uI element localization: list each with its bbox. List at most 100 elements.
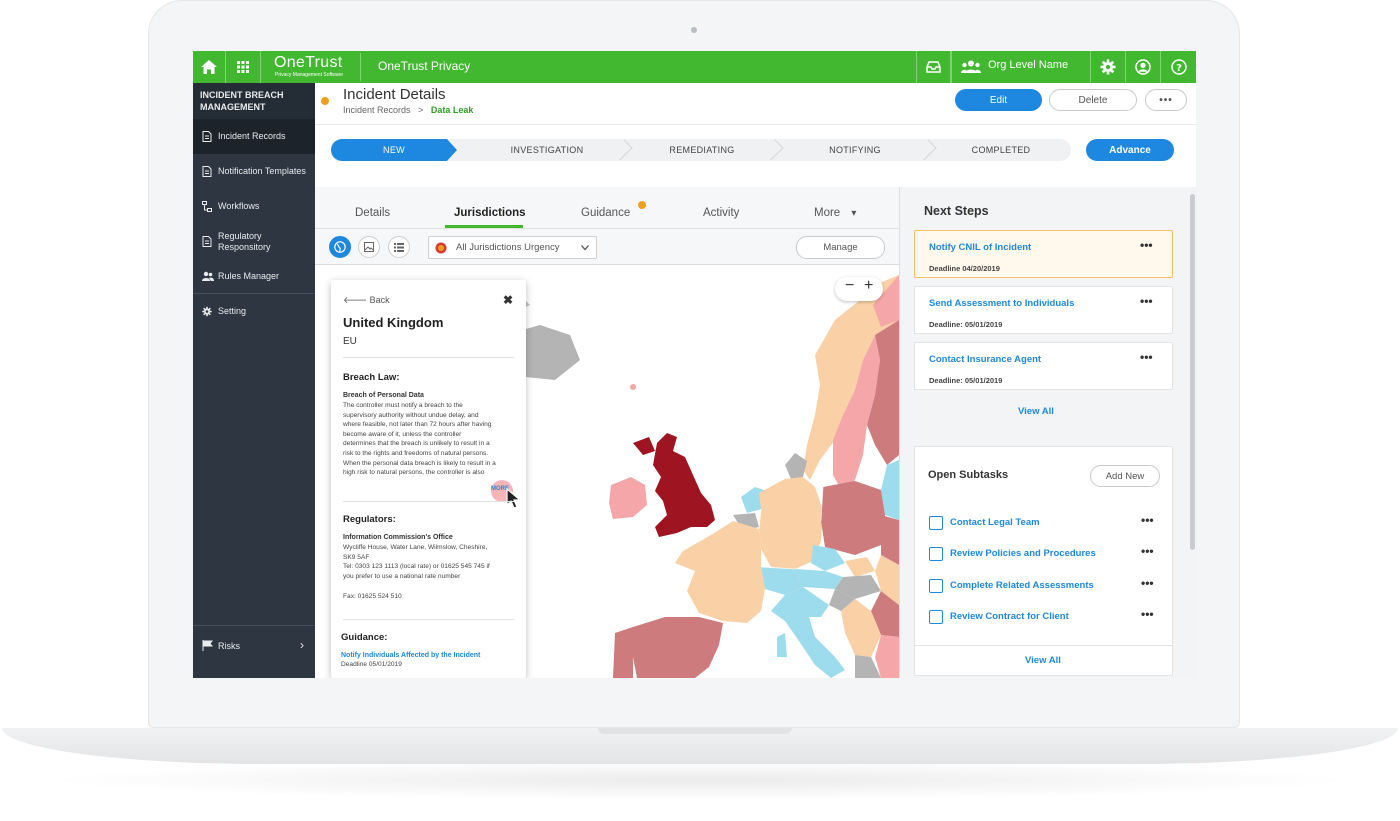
subtask-label[interactable]: Review Contract for Client	[950, 611, 1069, 622]
next-step-deadline: Deadline 04/20/2019	[929, 264, 1000, 273]
sidebar-item-incident-records[interactable]: Incident Records	[193, 119, 315, 154]
sidebar-item-risks[interactable]: Risks ›	[193, 625, 315, 665]
tab-guidance[interactable]: Guidance	[581, 207, 630, 219]
breach-law-line: high risk to natural persons, the contro…	[343, 469, 485, 477]
step-investigation[interactable]: INVESTIGATION	[457, 139, 637, 161]
next-steps-title: Next Steps	[924, 204, 989, 218]
subtask-checkbox[interactable]	[929, 516, 943, 530]
org-selector[interactable]: Org Level Name	[951, 51, 1091, 83]
sidebar-item-regulatory-responsitory[interactable]: Regulatory Responsitory	[193, 224, 315, 260]
next-step-title[interactable]: Send Assessment to Individuals	[929, 298, 1074, 309]
tab-more-label: More	[814, 207, 841, 219]
tab-activity[interactable]: Activity	[703, 207, 739, 219]
active-tab-indicator	[445, 225, 523, 228]
laptop-notch	[598, 728, 792, 734]
sidebar-item-setting[interactable]: Setting	[193, 294, 315, 329]
manage-button[interactable]: Manage	[796, 236, 885, 259]
step-remediating[interactable]: REMEDIATING	[627, 139, 777, 161]
more-options-icon[interactable]: •••	[1140, 350, 1153, 364]
next-step-title[interactable]: Contact Insurance Agent	[929, 354, 1041, 365]
subtask-checkbox[interactable]	[929, 610, 943, 624]
chevron-right-icon: ›	[300, 638, 304, 652]
sidebar-item-label: Incident Records	[218, 131, 286, 141]
step-new[interactable]: NEW	[331, 139, 457, 161]
tab-jurisdictions[interactable]: Jurisdictions	[454, 207, 526, 219]
divider	[343, 501, 514, 502]
breadcrumb-parent[interactable]: Incident Records	[343, 105, 411, 115]
map-zoom-control: − +	[835, 277, 883, 301]
subtask-label[interactable]: Complete Related Assessments	[950, 580, 1094, 591]
inbox-icon	[926, 61, 941, 73]
regulator-fax: Fax: 01625 524 510	[343, 593, 402, 600]
more-options-icon[interactable]: •••	[1140, 238, 1153, 252]
breach-law-line: become aware of it, unless the controlle…	[343, 430, 462, 438]
breach-law-line: The controller must notify a breach to t…	[343, 402, 463, 409]
profile-button[interactable]	[1126, 51, 1161, 83]
more-options-icon[interactable]: •••	[1141, 576, 1154, 590]
back-link[interactable]: 🡐 Back	[343, 295, 390, 306]
globe-view-button[interactable]	[329, 236, 351, 258]
step-notifying[interactable]: NOTIFYING	[777, 139, 933, 161]
country-region: EU	[343, 336, 357, 347]
more-options-icon[interactable]: •••	[1141, 607, 1154, 621]
sidebar-module-title: INCIDENT BREACH MANAGEMENT	[193, 83, 315, 121]
settings-button[interactable]	[1091, 51, 1126, 83]
more-options-icon[interactable]: •••	[1141, 544, 1154, 558]
sidebar-title-line: INCIDENT BREACH	[200, 90, 284, 100]
list-view-button[interactable]	[388, 236, 410, 258]
regulator-line: Tel: 0303 123 1113 (local rate) or 01625…	[343, 563, 490, 571]
subtask-row: Review Policies and Procedures •••	[929, 544, 1165, 562]
more-actions-button[interactable]: •••	[1145, 89, 1187, 111]
brand-logo[interactable]: OneTrust Privacy Management Software	[261, 53, 361, 81]
right-panel: Next Steps Notify CNIL of Incident Deadl…	[899, 187, 1196, 678]
svg-text:?: ?	[1176, 63, 1182, 74]
guidance-link[interactable]: Notify Individuals Affected by the Incid…	[341, 652, 480, 659]
regulator-line: Wycliffe House, Water Lane, Wilmslow, Ch…	[343, 544, 488, 551]
flag-icon	[202, 640, 213, 651]
subtask-row: Review Contract for Client •••	[929, 607, 1165, 625]
next-step-title[interactable]: Notify CNIL of Incident	[929, 242, 1031, 253]
sidebar-item-notification-templates[interactable]: Notification Templates	[193, 154, 315, 189]
apps-grid-button[interactable]	[226, 51, 261, 83]
jurisdiction-urgency-select[interactable]: All Jurisdictions Urgency	[428, 236, 597, 259]
page-title: Incident Details	[343, 86, 446, 103]
map-region-spain	[633, 617, 723, 678]
subtask-checkbox[interactable]	[929, 579, 943, 593]
zoom-in-button[interactable]: +	[864, 277, 873, 295]
zoom-out-button[interactable]: −	[845, 277, 854, 295]
laptop-shadow	[40, 760, 1360, 800]
step-completed[interactable]: COMPLETED	[929, 139, 1071, 161]
next-step-card[interactable]: Contact Insurance Agent Deadline: 05/01/…	[914, 342, 1173, 390]
map-region-scotland-isles	[633, 437, 655, 455]
page-header: Incident Details Incident Records > Data…	[315, 83, 1196, 125]
tab-more[interactable]: More ▾	[814, 207, 856, 219]
back-label: Back	[369, 295, 390, 305]
subtask-label[interactable]: Contact Legal Team	[950, 517, 1040, 528]
tab-details[interactable]: Details	[355, 207, 390, 219]
inbox-button[interactable]	[916, 51, 951, 83]
sidebar-item-workflows[interactable]: Workflows	[193, 189, 315, 224]
right-panel-scrollbar[interactable]	[1190, 194, 1195, 550]
subtask-checkbox[interactable]	[929, 547, 943, 561]
image-view-button[interactable]	[358, 236, 380, 258]
brand-tagline: Privacy Management Software	[275, 72, 344, 78]
edit-button[interactable]: Edit	[955, 89, 1042, 111]
add-subtask-button[interactable]: Add New	[1090, 465, 1160, 487]
delete-button[interactable]: Delete	[1049, 89, 1137, 111]
next-steps-view-all-link[interactable]: View All	[1018, 406, 1054, 417]
next-step-card[interactable]: Send Assessment to Individuals Deadline:…	[914, 286, 1173, 334]
globe-icon	[334, 241, 346, 253]
more-options-icon[interactable]: •••	[1140, 294, 1153, 308]
advance-button[interactable]: Advance	[1086, 139, 1174, 161]
map-region-poland	[821, 481, 885, 555]
subtasks-view-all-link[interactable]: View All	[1025, 655, 1061, 666]
help-button[interactable]: ?	[1161, 51, 1196, 83]
subtask-label[interactable]: Review Policies and Procedures	[950, 548, 1096, 559]
home-button[interactable]	[193, 51, 226, 83]
gear-icon	[1100, 59, 1116, 75]
close-icon[interactable]: ✖	[503, 293, 513, 307]
next-step-card[interactable]: Notify CNIL of Incident Deadline 04/20/2…	[914, 230, 1173, 278]
more-options-icon[interactable]: •••	[1141, 513, 1154, 527]
sidebar-item-rules-manager[interactable]: Rules Manager	[193, 260, 315, 294]
breach-law-heading: Breach Law:	[343, 372, 400, 383]
